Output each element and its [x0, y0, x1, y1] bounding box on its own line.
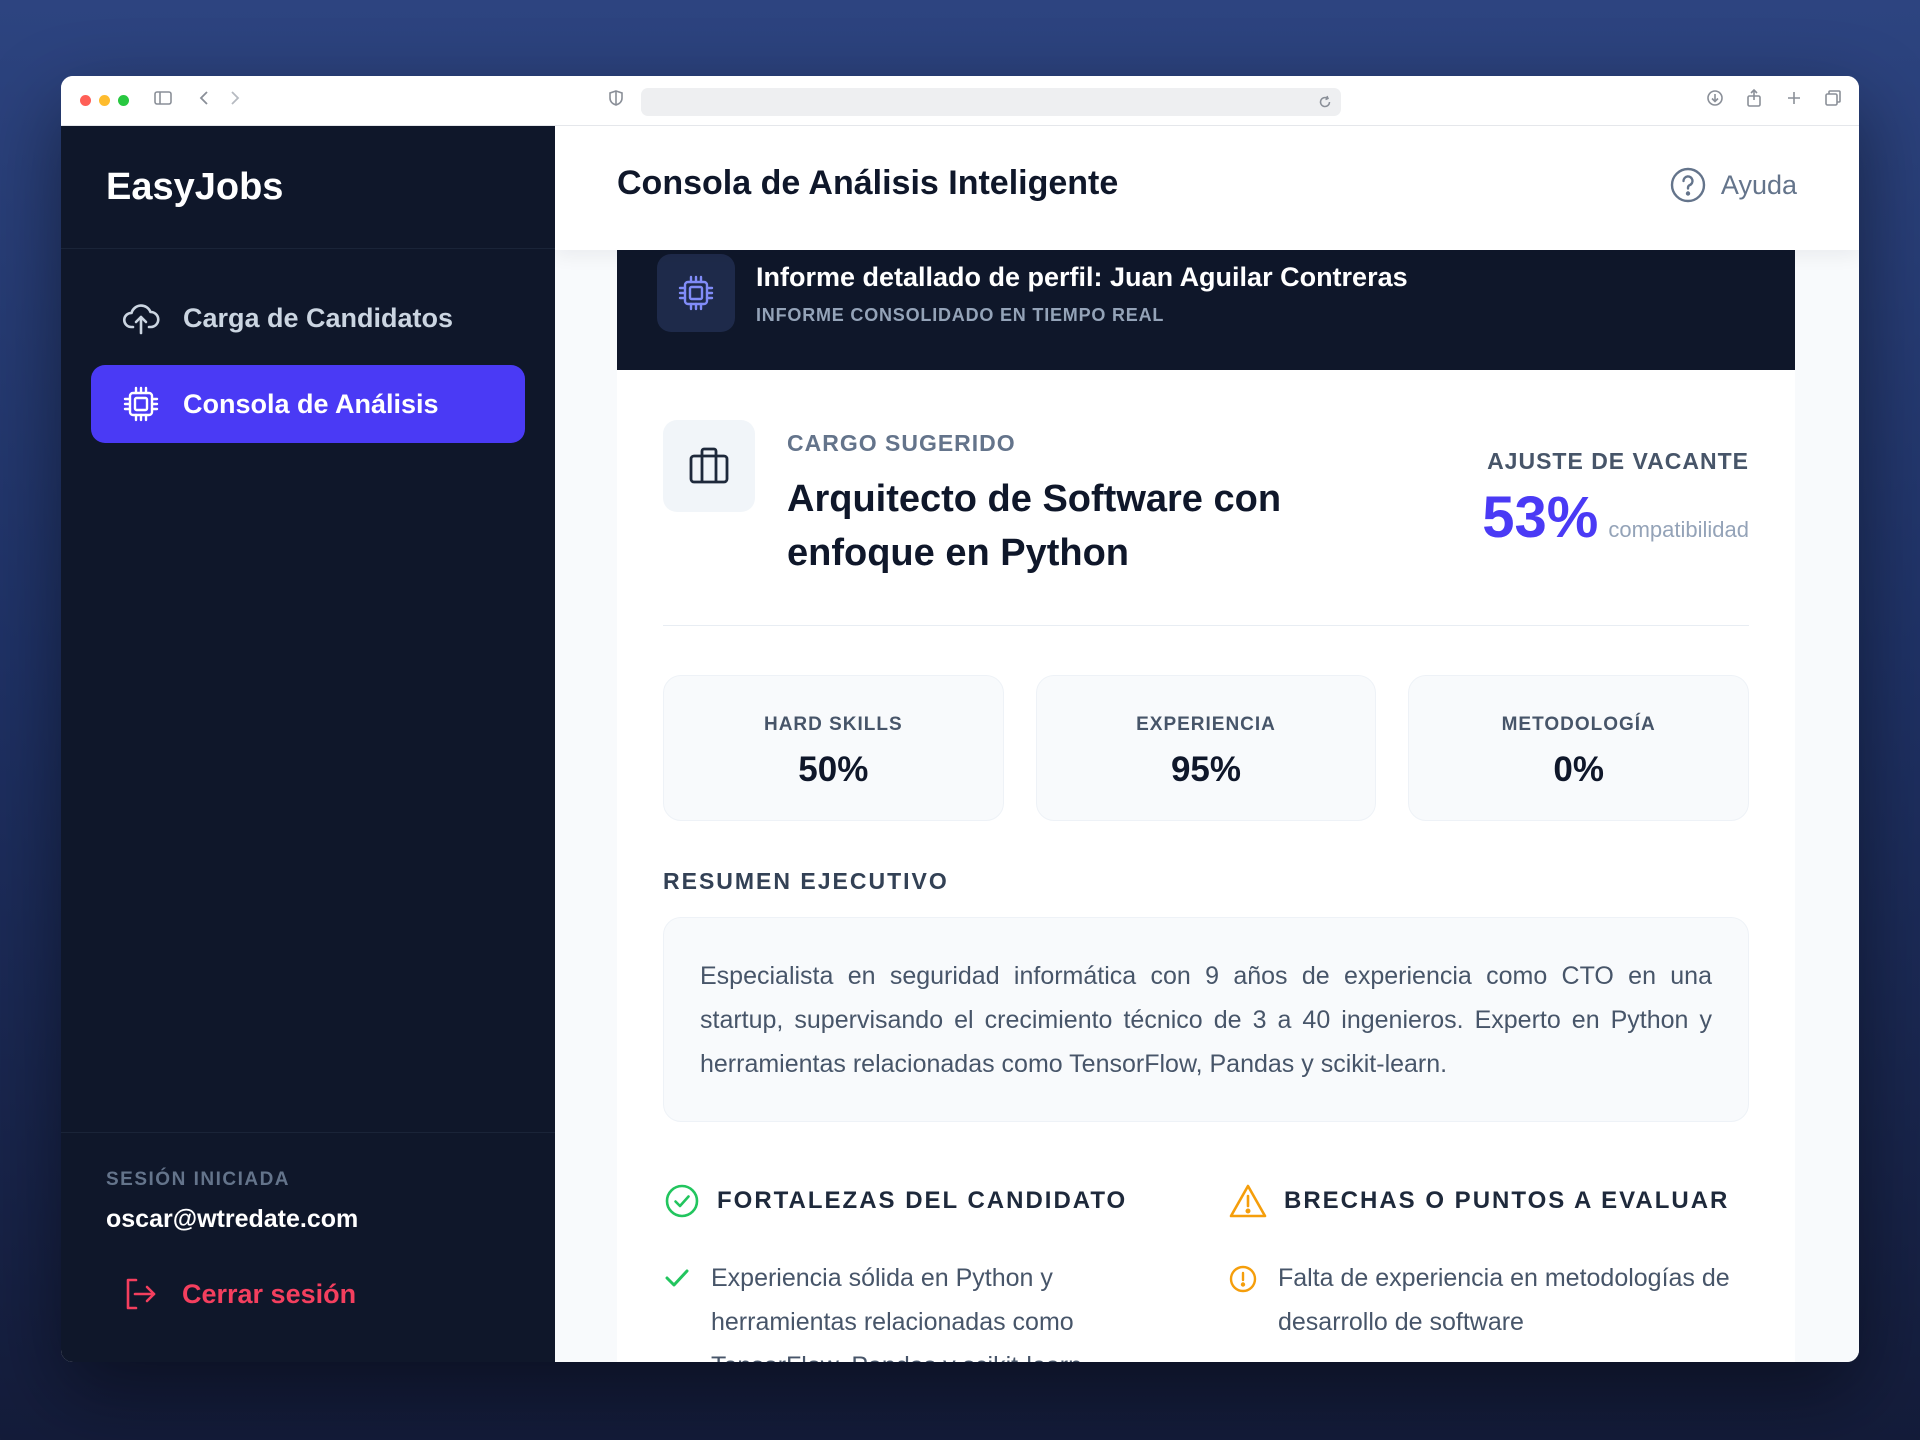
- logout-label: Cerrar sesión: [182, 1278, 357, 1309]
- briefcase-icon: [663, 420, 755, 512]
- page-title: Consola de Análisis Inteligente: [617, 164, 1119, 202]
- address-bar[interactable]: [641, 88, 1341, 116]
- privacy-shield-icon[interactable]: [607, 88, 625, 108]
- gap-text: Falta de experiencia en metodologías de …: [1278, 1264, 1730, 1336]
- sidebar-item-carga-candidatos[interactable]: Carga de Candidatos: [91, 279, 525, 357]
- sidebar: EasyJobs Carga de Candidatos Consola de …: [61, 126, 555, 1362]
- strengths-section: FORTALEZAS DEL CANDIDATO Experiencia sól…: [663, 1182, 1183, 1362]
- cloud-upload-icon: [122, 304, 160, 335]
- sidebar-item-consola-analisis[interactable]: Consola de Análisis: [91, 365, 525, 443]
- brand-logo[interactable]: EasyJobs: [61, 126, 555, 249]
- fit-score: 53% compatibilidad: [1482, 484, 1749, 551]
- gap-item: Falta de experiencia en metodologías de …: [1228, 1256, 1748, 1344]
- share-icon[interactable]: [1744, 88, 1764, 108]
- role-label: CARGO SUGERIDO: [787, 430, 1016, 456]
- profile-report: Informe detallado de perfil: Juan Aguila…: [617, 250, 1795, 1362]
- metric-label: EXPERIENCIA: [1136, 714, 1276, 735]
- metric-value: 50%: [798, 750, 869, 789]
- fit-label: AJUSTE DE VACANTE: [1487, 448, 1749, 474]
- new-tab-icon[interactable]: [1784, 88, 1804, 108]
- report-icon: [657, 254, 735, 332]
- gaps-title: BRECHAS O PUNTOS A EVALUAR: [1284, 1187, 1730, 1214]
- close-window-button[interactable]: [80, 95, 91, 106]
- metric-experiencia: EXPERIENCIA 95%: [1035, 675, 1377, 821]
- checkmark-icon: [665, 1269, 689, 1287]
- browser-window: EasyJobs Carga de Candidatos Consola de …: [61, 76, 1859, 1362]
- strength-text: Experiencia sólida en Python y herramien…: [711, 1264, 1082, 1362]
- report-header: Informe detallado de perfil: Juan Aguila…: [617, 250, 1795, 370]
- cpu-chip-icon: [123, 386, 159, 422]
- main-content: Consola de Análisis Inteligente Ayuda In…: [555, 126, 1859, 1362]
- logout-icon: [126, 1278, 156, 1310]
- back-icon[interactable]: [196, 88, 212, 108]
- minimize-window-button[interactable]: [99, 95, 110, 106]
- metric-label: HARD SKILLS: [763, 714, 903, 735]
- metric-metodologia: METODOLOGÍA 0%: [1408, 675, 1750, 821]
- fit-unit: compatibilidad: [1608, 517, 1749, 542]
- metric-label: METODOLOGÍA: [1501, 714, 1656, 735]
- sidebar-item-label: Consola de Análisis: [183, 388, 439, 419]
- help-label: Ayuda: [1720, 169, 1797, 200]
- help-button[interactable]: Ayuda: [1669, 166, 1797, 204]
- sidebar-nav: Carga de Candidatos Consola de Análisis: [61, 249, 555, 443]
- session-email: oscar@wtredate.com: [106, 1205, 359, 1233]
- suggested-role: CARGO SUGERIDO Arquitecto de Software co…: [663, 420, 1749, 626]
- reload-icon[interactable]: [1317, 94, 1333, 115]
- strength-item: Experiencia sólida en Python y herramien…: [663, 1256, 1183, 1362]
- session-panel: SESIÓN INICIADA oscar@wtredate.com Cerra…: [61, 1132, 555, 1362]
- role-name: Arquitecto de Software con enfoque en Py…: [787, 478, 1282, 574]
- main-header: Consola de Análisis Inteligente Ayuda: [555, 126, 1859, 250]
- summary-text: Especialista en seguridad informática co…: [663, 917, 1749, 1122]
- summary-title: RESUMEN EJECUTIVO: [663, 868, 949, 894]
- download-icon[interactable]: [1705, 88, 1725, 108]
- strengths-title: FORTALEZAS DEL CANDIDATO: [717, 1187, 1128, 1214]
- browser-toolbar: [61, 76, 1859, 126]
- sidebar-item-label: Carga de Candidatos: [183, 302, 454, 333]
- sidebar-toggle-icon[interactable]: [153, 88, 173, 108]
- report-subtitle: INFORME CONSOLIDADO EN TIEMPO REAL: [756, 305, 1165, 325]
- tabs-overview-icon[interactable]: [1823, 88, 1843, 108]
- metric-hard-skills: HARD SKILLS 50%: [663, 675, 1004, 821]
- forward-icon[interactable]: [227, 88, 243, 108]
- metric-value: 0%: [1553, 750, 1604, 789]
- report-title: Informe detallado de perfil: Juan Aguila…: [756, 262, 1408, 292]
- logout-button[interactable]: Cerrar sesión: [106, 1274, 510, 1314]
- strengths-header: FORTALEZAS DEL CANDIDATO: [663, 1182, 1183, 1220]
- metrics-row: HARD SKILLS 50% EXPERIENCIA 95% METODOLO…: [663, 675, 1750, 821]
- fit-value: 53%: [1482, 485, 1599, 550]
- metric-value: 95%: [1170, 750, 1242, 789]
- maximize-window-button[interactable]: [118, 95, 129, 106]
- help-icon: [1670, 167, 1706, 203]
- alert-circle-icon: [1229, 1265, 1257, 1293]
- window-controls: [80, 95, 129, 106]
- gaps-header: BRECHAS O PUNTOS A EVALUAR: [1228, 1182, 1748, 1220]
- cpu-chip-icon: [678, 275, 714, 311]
- gaps-section: BRECHAS O PUNTOS A EVALUAR Falta de expe…: [1228, 1182, 1748, 1344]
- warning-triangle-icon: [1229, 1184, 1267, 1218]
- session-label: SESIÓN INICIADA: [106, 1169, 291, 1190]
- check-circle-icon: [665, 1184, 699, 1218]
